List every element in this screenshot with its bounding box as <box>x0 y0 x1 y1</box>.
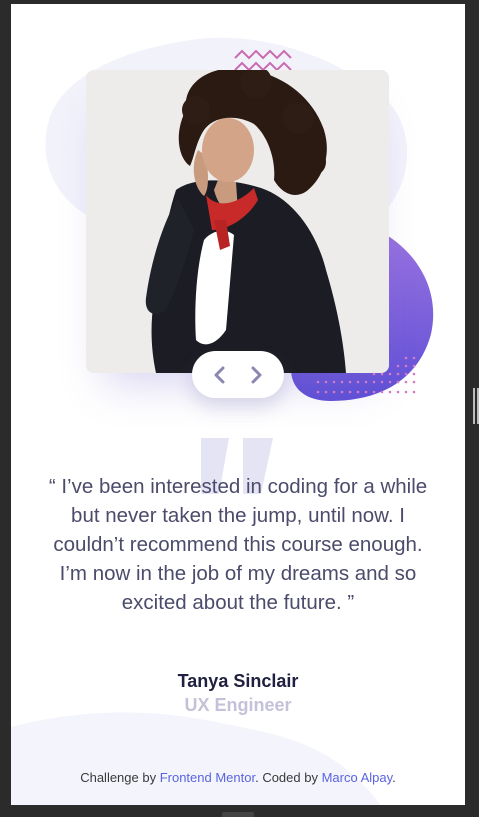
previous-button[interactable] <box>205 360 235 390</box>
testimonial-role: UX Engineer <box>184 695 292 715</box>
dot-pattern-decoration <box>316 356 416 394</box>
attribution: Challenge by Frontend Mentor. Coded by M… <box>11 770 465 785</box>
chevron-left-icon <box>214 366 225 383</box>
frontend-mentor-link[interactable]: Frontend Mentor <box>160 770 255 785</box>
testimonial-photo <box>86 70 389 373</box>
testimonial-name: Tanya Sinclair <box>177 671 299 691</box>
scrollbar-handle[interactable] <box>473 388 479 424</box>
background-blob-bottom <box>11 712 381 805</box>
testimonial-quote: “ I’ve been interested in coding for a w… <box>48 475 428 614</box>
attribution-suffix: . <box>392 770 396 785</box>
author-link[interactable]: Marco Alpay <box>322 770 393 785</box>
next-button[interactable] <box>241 360 271 390</box>
attribution-prefix: Challenge by <box>80 770 160 785</box>
bottom-edge-tab <box>222 812 254 817</box>
slider-navigation <box>192 351 284 398</box>
chevron-right-icon <box>251 366 262 383</box>
page: “ I’ve been interested in coding for a w… <box>11 4 465 805</box>
attribution-middle: . Coded by <box>255 770 322 785</box>
